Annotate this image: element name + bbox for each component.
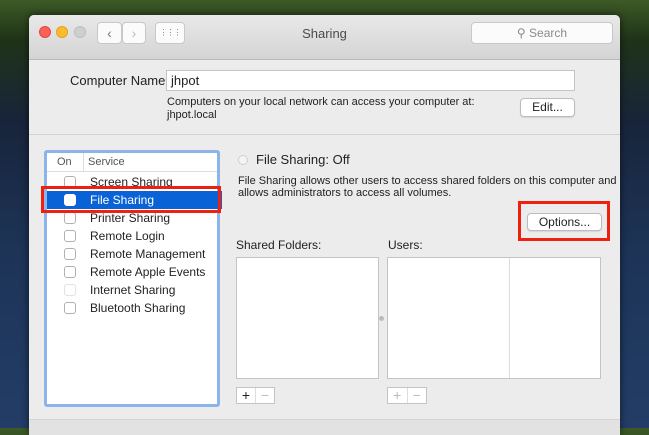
service-description-1: File Sharing allows other users to acces… (238, 175, 617, 187)
shared-folders-label: Shared Folders: (236, 238, 322, 252)
service-row-remote-apple-events[interactable]: Remote Apple Events (47, 263, 222, 281)
local-address: jhpot.local (167, 109, 217, 121)
remove-user-button[interactable]: − (408, 388, 427, 403)
highlight-box (41, 186, 221, 213)
service-row-remote-management[interactable]: Remote Management (47, 245, 222, 263)
remove-folder-button[interactable]: − (256, 388, 274, 403)
title-bar: ‹ › ⋮⋮⋮ Sharing ⚲ Search (29, 15, 620, 60)
shared-folders-buttons: + − (236, 387, 275, 404)
checkbox (64, 284, 76, 296)
shared-folders-list[interactable] (236, 257, 379, 379)
column-service[interactable]: Service (88, 156, 125, 168)
add-folder-button[interactable]: + (237, 388, 256, 403)
bottom-bar (29, 419, 620, 435)
service-description-2: allows administrators to access all volu… (238, 187, 452, 199)
checkbox[interactable] (64, 266, 76, 278)
search-icon: ⚲ (516, 26, 526, 40)
list-header: On Service (47, 153, 217, 172)
highlight-box (518, 201, 610, 241)
column-on[interactable]: On (57, 156, 72, 168)
checkbox[interactable] (64, 248, 76, 260)
service-label: Internet Sharing (90, 283, 176, 297)
edit-button[interactable]: Edit... (520, 98, 575, 117)
users-label: Users: (388, 238, 423, 252)
checkbox[interactable] (64, 230, 76, 242)
service-row-remote-login[interactable]: Remote Login (47, 227, 222, 245)
service-label: Remote Management (90, 247, 206, 261)
users-list[interactable] (387, 257, 601, 379)
add-user-button[interactable]: + (388, 388, 408, 403)
status-indicator-icon (238, 155, 248, 165)
divider (29, 134, 620, 135)
service-status: File Sharing: Off (256, 152, 350, 167)
computer-name-label: Computer Name: (70, 73, 169, 88)
search-field[interactable]: ⚲ Search (471, 22, 613, 44)
search-placeholder: Search (529, 26, 568, 40)
service-label: Bluetooth Sharing (90, 301, 186, 315)
service-row-bluetooth-sharing[interactable]: Bluetooth Sharing (47, 299, 222, 317)
network-description: Computers on your local network can acce… (167, 96, 475, 108)
service-label: Remote Login (90, 229, 165, 243)
users-buttons: + − (387, 387, 427, 404)
checkbox[interactable] (64, 302, 76, 314)
split-handle[interactable] (379, 316, 384, 321)
sharing-window: ‹ › ⋮⋮⋮ Sharing ⚲ Search Computer Name: … (29, 15, 620, 435)
service-label: Remote Apple Events (90, 265, 206, 279)
checkbox[interactable] (64, 212, 76, 224)
service-row-internet-sharing[interactable]: Internet Sharing (47, 281, 222, 299)
computer-name-input[interactable]: jhpot (166, 70, 575, 91)
